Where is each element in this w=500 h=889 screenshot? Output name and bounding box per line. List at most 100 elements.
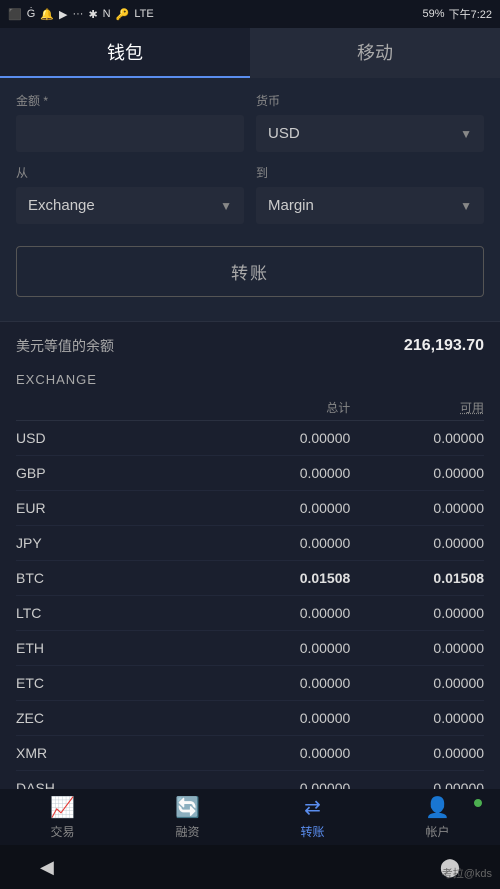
from-value: Exchange [28,197,95,214]
account-icon: 👤 [425,795,450,820]
battery-level: 59% [423,8,445,20]
row-avail: 0.00000 [350,675,484,691]
trade-label: 交易 [50,823,74,840]
nav-item-transfer[interactable]: ⇄ 转账 [250,795,375,840]
from-field: 从 Exchange ▼ [16,164,244,224]
row-coin: XMR [16,745,217,761]
row-avail: 0.00000 [350,535,484,551]
row-total: 0.00000 [217,640,351,656]
form-row-1: 金额 * 货币 USD ▼ [16,92,484,152]
row-total: 0.00000 [217,675,351,691]
balance-row: 美元等值的余额 216,193.70 [16,336,484,356]
table-section: EXCHANGE 总计 可用 USD 0.00000 0.00000 GBP 0… [0,364,500,825]
status-icon-1: ⬛ [8,8,22,21]
table-rows: USD 0.00000 0.00000 GBP 0.00000 0.00000 … [16,421,484,825]
row-avail: 0.00000 [350,710,484,726]
table-row: XMR 0.00000 0.00000 [16,736,484,771]
row-coin: BTC [16,570,217,586]
trade-icon: 📈 [50,795,75,820]
form-row-2: 从 Exchange ▼ 到 Margin ▼ [16,164,484,224]
amount-label: 金额 * [16,92,244,109]
transfer-button[interactable]: 转账 [16,246,484,297]
row-avail: 0.00000 [350,640,484,656]
row-total: 0.00000 [217,605,351,621]
balance-label: 美元等值的余额 [16,336,114,356]
balance-section: 美元等值的余额 216,193.70 [0,321,500,364]
table-row: EUR 0.00000 0.00000 [16,491,484,526]
transfer-icon: ⇄ [304,795,321,820]
row-avail: 0.01508 [350,570,484,586]
row-total: 0.00000 [217,535,351,551]
watermark: 考拉@kds [442,865,492,881]
time: 下午7:22 [449,6,492,22]
row-avail: 0.00000 [350,745,484,761]
nav-item-trade[interactable]: 📈 交易 [0,795,125,840]
table-row: JPY 0.00000 0.00000 [16,526,484,561]
balance-value: 216,193.70 [404,337,484,355]
table-row: ZEC 0.00000 0.00000 [16,701,484,736]
row-coin: ETH [16,640,217,656]
row-avail: 0.00000 [350,465,484,481]
from-select[interactable]: Exchange ▼ [16,187,244,224]
table-row: USD 0.00000 0.00000 [16,421,484,456]
row-avail: 0.00000 [350,430,484,446]
to-select[interactable]: Margin ▼ [256,187,484,224]
status-bar: ⬛ Ġ 🔔 ▶ ··· ✱ N 🔑 LTE 59% 下午7:22 [0,0,500,28]
table-row: LTC 0.00000 0.00000 [16,596,484,631]
account-dot [474,799,482,807]
row-coin: USD [16,430,217,446]
status-icon-key: 🔑 [116,8,130,21]
table-row: ETC 0.00000 0.00000 [16,666,484,701]
row-avail: 0.00000 [350,605,484,621]
row-total: 0.00000 [217,430,351,446]
tab-wallet[interactable]: 钱包 [0,28,250,78]
nav-item-funding[interactable]: 🔄 融资 [125,795,250,840]
status-bar-left: ⬛ Ġ 🔔 ▶ ··· ✱ N 🔑 LTE [8,8,154,21]
row-coin: LTC [16,605,217,621]
status-lte: LTE [134,8,153,20]
status-icon-more: ··· [72,8,83,20]
account-label: 帐户 [425,823,449,840]
status-icon-bt: ✱ [88,8,97,21]
currency-label: 货币 [256,92,484,109]
back-button[interactable]: ◀ [40,857,54,878]
currency-chevron-icon: ▼ [460,127,472,141]
row-coin: EUR [16,500,217,516]
status-icon-play: ▶ [59,8,67,21]
from-chevron-icon: ▼ [220,199,232,213]
row-avail: 0.00000 [350,500,484,516]
row-coin: GBP [16,465,217,481]
to-chevron-icon: ▼ [460,199,472,213]
transfer-btn-wrap: 转账 [16,236,484,311]
row-total: 0.00000 [217,500,351,516]
status-icon-nfc: N [103,8,111,20]
funding-icon: 🔄 [175,795,200,820]
currency-select[interactable]: USD ▼ [256,115,484,152]
system-bar: ◀ ⬤ 考拉@kds [0,845,500,889]
row-coin: ZEC [16,710,217,726]
table-row: GBP 0.00000 0.00000 [16,456,484,491]
row-total: 0.00000 [217,465,351,481]
tab-mobile[interactable]: 移动 [250,28,500,78]
currency-value: USD [268,125,300,142]
transfer-label: 转账 [300,823,324,840]
nav-item-account[interactable]: 👤 帐户 [375,795,500,840]
to-label: 到 [256,164,484,181]
bottom-nav: 📈 交易 🔄 融资 ⇄ 转账 👤 帐户 [0,789,500,845]
amount-input[interactable] [16,115,244,152]
row-coin: JPY [16,535,217,551]
amount-field: 金额 * [16,92,244,152]
table-row: BTC 0.01508 0.01508 [16,561,484,596]
from-label: 从 [16,164,244,181]
col-total-header: 总计 [217,399,351,416]
status-bar-right: 59% 下午7:22 [423,6,492,22]
funding-label: 融资 [175,823,199,840]
section-title: EXCHANGE [16,364,484,391]
top-tabs: 钱包 移动 [0,28,500,78]
table-header: 总计 可用 [16,391,484,421]
row-coin: ETC [16,675,217,691]
col-name-header [16,399,217,416]
form-area: 金额 * 货币 USD ▼ 从 Exchange ▼ 到 Margin ▼ [0,78,500,321]
to-value: Margin [268,197,314,214]
col-avail-header: 可用 [350,399,484,416]
